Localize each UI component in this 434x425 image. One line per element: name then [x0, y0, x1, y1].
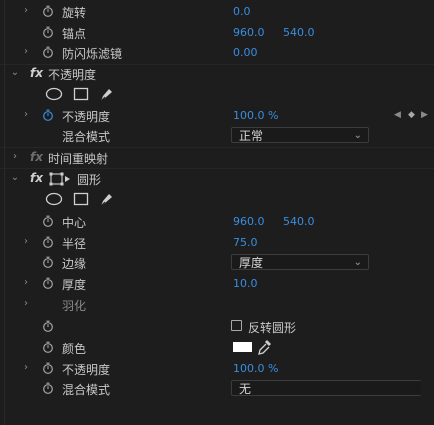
anchor-x-value[interactable]: 960.0 — [233, 26, 265, 39]
row-blend-mode: 混合模式 正常 ⌄ — [0, 126, 434, 146]
row-mask-tools — [0, 190, 434, 210]
fx-badge[interactable]: fx — [30, 66, 43, 80]
rectangle-mask-icon[interactable] — [73, 87, 89, 101]
invert-circle-label[interactable]: 反转圆形 — [248, 319, 296, 336]
circle-effect-label: 圆形 — [77, 173, 102, 187]
color-label: 颜色 — [62, 342, 87, 356]
opacity-effect-label: 不透明度 — [48, 68, 97, 82]
stopwatch-icon[interactable] — [42, 5, 54, 17]
row-mask-tools — [0, 85, 434, 105]
anchor-label: 锚点 — [62, 27, 87, 41]
expand-chevron-icon[interactable]: › — [21, 298, 31, 310]
rectangle-mask-icon[interactable] — [73, 192, 89, 206]
stopwatch-icon[interactable] — [42, 256, 54, 268]
antiflicker-label: 防闪烁滤镜 — [62, 47, 123, 61]
stopwatch-icon[interactable] — [42, 277, 54, 289]
collapse-chevron-icon[interactable]: ⌄ — [10, 172, 20, 184]
row-thickness: › 厚度 10.0 — [0, 274, 434, 294]
row-feather: › 羽化 — [0, 295, 434, 315]
center-label: 中心 — [62, 216, 87, 230]
add-keyframe-icon[interactable]: ◆ — [408, 110, 415, 120]
row-color: 颜色 — [0, 338, 434, 358]
blend-mode-dropdown[interactable]: 正常 ⌄ — [231, 127, 369, 143]
edge-dropdown[interactable]: 厚度 ⌄ — [231, 254, 369, 270]
row-opacity: › 不透明度 100.0 % ◀ ◆ ▶ — [0, 106, 434, 126]
fx-badge[interactable]: fx — [30, 171, 43, 185]
row-radius: › 半径 75.0 — [0, 233, 434, 253]
circle-blend-dropdown[interactable]: 无 — [231, 380, 421, 396]
row-anchor: 锚点 960.0 540.0 — [0, 23, 434, 43]
stopwatch-icon[interactable] — [42, 320, 54, 332]
edge-label: 边缘 — [62, 257, 87, 271]
radius-label: 半径 — [62, 237, 87, 251]
anchor-y-value[interactable]: 540.0 — [283, 26, 315, 39]
center-x-value[interactable]: 960.0 — [233, 215, 265, 228]
circle-blend-value: 无 — [239, 382, 252, 396]
ellipse-mask-icon[interactable] — [45, 87, 63, 101]
next-keyframe-icon[interactable]: ▶ — [421, 110, 428, 120]
effect-controls-panel: › 旋转 0.0 锚点 960.0 540.0 › 防闪烁滤镜 0.00 ⌄ f… — [0, 0, 434, 425]
thickness-value[interactable]: 10.0 — [233, 277, 258, 290]
pen-mask-icon[interactable] — [98, 192, 114, 208]
row-circle-blend: 混合模式 无 — [0, 379, 434, 399]
opacity-label: 不透明度 — [62, 110, 111, 124]
row-invert: 反转圆形 — [0, 317, 434, 337]
expand-chevron-icon[interactable]: › — [21, 236, 31, 248]
time-remap-label: 时间重映射 — [48, 152, 109, 166]
row-circle-opacity: › 不透明度 100.0 % — [0, 359, 434, 379]
row-antiflicker: › 防闪烁滤镜 0.00 — [0, 43, 434, 63]
stopwatch-icon[interactable] — [42, 46, 54, 58]
collapse-chevron-icon[interactable]: ⌄ — [10, 67, 20, 79]
edge-value: 厚度 — [239, 256, 264, 270]
chevron-down-icon: ⌄ — [353, 257, 362, 268]
stopwatch-icon[interactable] — [42, 362, 54, 374]
ellipse-mask-icon[interactable] — [45, 192, 63, 206]
row-time-remap[interactable]: › fx 时间重映射 — [0, 148, 434, 168]
expand-chevron-icon[interactable]: › — [21, 362, 31, 374]
opacity-value[interactable]: 100.0 % — [233, 109, 278, 122]
circle-blend-label: 混合模式 — [62, 383, 111, 397]
circle-opacity-value[interactable]: 100.0 % — [233, 362, 278, 375]
circle-opacity-label: 不透明度 — [62, 363, 111, 377]
row-edge: 边缘 厚度 ⌄ — [0, 253, 434, 273]
blend-mode-label: 混合模式 — [62, 130, 111, 144]
eyedropper-icon[interactable] — [258, 339, 272, 355]
color-swatch[interactable] — [233, 342, 252, 352]
stopwatch-icon[interactable] — [42, 236, 54, 248]
center-y-value[interactable]: 540.0 — [283, 215, 315, 228]
feather-label: 羽化 — [62, 299, 87, 313]
fx-badge: fx — [30, 150, 43, 164]
stopwatch-icon[interactable] — [42, 341, 54, 353]
blend-mode-value: 正常 — [239, 129, 264, 143]
transform-handle-icon[interactable] — [49, 172, 71, 186]
stopwatch-icon[interactable] — [42, 26, 54, 38]
row-circle-effect[interactable]: ⌄ fx 圆形 — [0, 169, 434, 189]
row-opacity-effect[interactable]: ⌄ fx 不透明度 — [0, 64, 434, 84]
row-center: 中心 960.0 540.0 — [0, 212, 434, 232]
expand-chevron-icon[interactable]: › — [21, 277, 31, 289]
expand-chevron-icon[interactable]: › — [21, 5, 31, 17]
prev-keyframe-icon[interactable]: ◀ — [394, 110, 401, 120]
thickness-label: 厚度 — [62, 278, 87, 292]
antiflicker-value[interactable]: 0.00 — [233, 46, 258, 59]
stopwatch-icon[interactable] — [42, 215, 54, 227]
stopwatch-active-icon[interactable] — [42, 109, 54, 121]
stopwatch-icon[interactable] — [42, 382, 54, 394]
chevron-down-icon: ⌄ — [353, 130, 362, 141]
pen-mask-icon[interactable] — [98, 87, 114, 103]
expand-chevron-icon[interactable]: › — [21, 46, 31, 58]
expand-chevron-icon[interactable]: › — [10, 151, 20, 163]
rotation-label: 旋转 — [62, 6, 87, 20]
radius-value[interactable]: 75.0 — [233, 236, 258, 249]
rotation-value[interactable]: 0.0 — [233, 5, 251, 18]
invert-circle-checkbox[interactable] — [231, 320, 242, 331]
row-rotation: › 旋转 0.0 — [0, 2, 434, 22]
expand-chevron-icon[interactable]: › — [21, 109, 31, 121]
